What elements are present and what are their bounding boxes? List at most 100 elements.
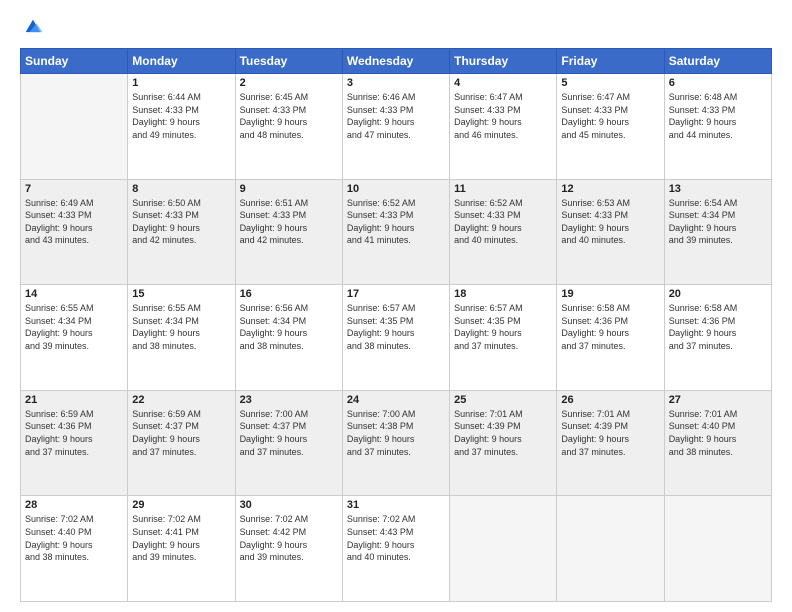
calendar-cell: 13 Sunrise: 6:54 AMSunset: 4:34 PMDayligh…	[664, 179, 771, 285]
day-number: 27	[669, 394, 767, 406]
calendar-cell: 28 Sunrise: 7:02 AMSunset: 4:40 PMDayligh…	[21, 496, 128, 602]
logo-icon	[22, 16, 44, 38]
day-info: Sunrise: 6:54 AMSunset: 4:34 PMDaylight:…	[669, 197, 767, 247]
day-info: Sunrise: 6:58 AMSunset: 4:36 PMDaylight:…	[561, 302, 659, 352]
column-header-wednesday: Wednesday	[342, 49, 449, 74]
day-number: 15	[132, 288, 230, 300]
day-info: Sunrise: 6:56 AMSunset: 4:34 PMDaylight:…	[240, 302, 338, 352]
day-info: Sunrise: 6:59 AMSunset: 4:37 PMDaylight:…	[132, 408, 230, 458]
day-info: Sunrise: 7:01 AMSunset: 4:40 PMDaylight:…	[669, 408, 767, 458]
day-info: Sunrise: 7:00 AMSunset: 4:38 PMDaylight:…	[347, 408, 445, 458]
day-number: 18	[454, 288, 552, 300]
calendar-cell	[450, 496, 557, 602]
day-info: Sunrise: 6:44 AMSunset: 4:33 PMDaylight:…	[132, 91, 230, 141]
calendar-week-row: 1Sunrise: 6:44 AMSunset: 4:33 PMDaylight…	[21, 74, 772, 180]
column-header-thursday: Thursday	[450, 49, 557, 74]
calendar-cell: 17 Sunrise: 6:57 AMSunset: 4:35 PMDayligh…	[342, 285, 449, 391]
calendar-cell: 20 Sunrise: 6:58 AMSunset: 4:36 PMDayligh…	[664, 285, 771, 391]
day-info: Sunrise: 7:01 AMSunset: 4:39 PMDaylight:…	[454, 408, 552, 458]
calendar-cell: 31Sunrise: 7:02 AMSunset: 4:43 PMDayligh…	[342, 496, 449, 602]
calendar-cell: 14 Sunrise: 6:55 AMSunset: 4:34 PMDayligh…	[21, 285, 128, 391]
day-info: Sunrise: 6:47 AMSunset: 4:33 PMDaylight:…	[454, 91, 552, 141]
calendar-week-row: 14 Sunrise: 6:55 AMSunset: 4:34 PMDayligh…	[21, 285, 772, 391]
column-header-saturday: Saturday	[664, 49, 771, 74]
day-info: Sunrise: 6:59 AMSunset: 4:36 PMDaylight:…	[25, 408, 123, 458]
calendar-week-row: 7 Sunrise: 6:49 AMSunset: 4:33 PMDaylight…	[21, 179, 772, 285]
day-number: 24	[347, 394, 445, 406]
day-info: Sunrise: 6:57 AMSunset: 4:35 PMDaylight:…	[454, 302, 552, 352]
calendar-cell: 19 Sunrise: 6:58 AMSunset: 4:36 PMDayligh…	[557, 285, 664, 391]
calendar-cell: 22 Sunrise: 6:59 AMSunset: 4:37 PMDayligh…	[128, 390, 235, 496]
column-header-friday: Friday	[557, 49, 664, 74]
calendar-cell: 12 Sunrise: 6:53 AMSunset: 4:33 PMDayligh…	[557, 179, 664, 285]
calendar-cell	[21, 74, 128, 180]
calendar-cell: 16 Sunrise: 6:56 AMSunset: 4:34 PMDayligh…	[235, 285, 342, 391]
day-number: 12	[561, 183, 659, 195]
day-info: Sunrise: 6:52 AMSunset: 4:33 PMDaylight:…	[454, 197, 552, 247]
day-number: 7	[25, 183, 123, 195]
day-number: 19	[561, 288, 659, 300]
day-info: Sunrise: 6:57 AMSunset: 4:35 PMDaylight:…	[347, 302, 445, 352]
page: SundayMondayTuesdayWednesdayThursdayFrid…	[0, 0, 792, 612]
calendar-cell: 7 Sunrise: 6:49 AMSunset: 4:33 PMDaylight…	[21, 179, 128, 285]
day-info: Sunrise: 6:48 AMSunset: 4:33 PMDaylight:…	[669, 91, 767, 141]
day-number: 14	[25, 288, 123, 300]
day-info: Sunrise: 6:47 AMSunset: 4:33 PMDaylight:…	[561, 91, 659, 141]
logo	[20, 16, 44, 38]
header	[20, 16, 772, 38]
day-number: 22	[132, 394, 230, 406]
day-number: 6	[669, 77, 767, 89]
calendar-cell	[664, 496, 771, 602]
day-number: 21	[25, 394, 123, 406]
calendar-header-row: SundayMondayTuesdayWednesdayThursdayFrid…	[21, 49, 772, 74]
day-number: 29	[132, 499, 230, 511]
calendar-cell: 27 Sunrise: 7:01 AMSunset: 4:40 PMDayligh…	[664, 390, 771, 496]
calendar-week-row: 21 Sunrise: 6:59 AMSunset: 4:36 PMDayligh…	[21, 390, 772, 496]
day-info: Sunrise: 6:45 AMSunset: 4:33 PMDaylight:…	[240, 91, 338, 141]
day-number: 5	[561, 77, 659, 89]
day-number: 9	[240, 183, 338, 195]
column-header-tuesday: Tuesday	[235, 49, 342, 74]
day-info: Sunrise: 6:46 AMSunset: 4:33 PMDaylight:…	[347, 91, 445, 141]
day-info: Sunrise: 6:55 AMSunset: 4:34 PMDaylight:…	[25, 302, 123, 352]
day-info: Sunrise: 6:49 AMSunset: 4:33 PMDaylight:…	[25, 197, 123, 247]
calendar-cell: 21 Sunrise: 6:59 AMSunset: 4:36 PMDayligh…	[21, 390, 128, 496]
day-number: 30	[240, 499, 338, 511]
day-info: Sunrise: 7:01 AMSunset: 4:39 PMDaylight:…	[561, 408, 659, 458]
calendar-cell: 30 Sunrise: 7:02 AMSunset: 4:42 PMDayligh…	[235, 496, 342, 602]
day-number: 11	[454, 183, 552, 195]
day-info: Sunrise: 6:51 AMSunset: 4:33 PMDaylight:…	[240, 197, 338, 247]
day-info: Sunrise: 7:02 AMSunset: 4:40 PMDaylight:…	[25, 513, 123, 563]
day-number: 2	[240, 77, 338, 89]
column-header-monday: Monday	[128, 49, 235, 74]
day-number: 20	[669, 288, 767, 300]
calendar-cell: 15Sunrise: 6:55 AMSunset: 4:34 PMDayligh…	[128, 285, 235, 391]
day-info: Sunrise: 7:02 AMSunset: 4:42 PMDaylight:…	[240, 513, 338, 563]
day-number: 10	[347, 183, 445, 195]
day-number: 4	[454, 77, 552, 89]
day-number: 17	[347, 288, 445, 300]
day-info: Sunrise: 7:02 AMSunset: 4:43 PMDaylight:…	[347, 513, 445, 563]
calendar-cell: 26Sunrise: 7:01 AMSunset: 4:39 PMDayligh…	[557, 390, 664, 496]
day-number: 8	[132, 183, 230, 195]
day-info: Sunrise: 6:58 AMSunset: 4:36 PMDaylight:…	[669, 302, 767, 352]
day-number: 16	[240, 288, 338, 300]
calendar-cell: 29 Sunrise: 7:02 AMSunset: 4:41 PMDayligh…	[128, 496, 235, 602]
calendar-cell: 23Sunrise: 7:00 AMSunset: 4:37 PMDayligh…	[235, 390, 342, 496]
day-number: 28	[25, 499, 123, 511]
calendar-cell: 6 Sunrise: 6:48 AMSunset: 4:33 PMDaylight…	[664, 74, 771, 180]
day-info: Sunrise: 7:00 AMSunset: 4:37 PMDaylight:…	[240, 408, 338, 458]
calendar-cell: 18 Sunrise: 6:57 AMSunset: 4:35 PMDayligh…	[450, 285, 557, 391]
day-number: 25	[454, 394, 552, 406]
day-info: Sunrise: 7:02 AMSunset: 4:41 PMDaylight:…	[132, 513, 230, 563]
calendar-cell: 10Sunrise: 6:52 AMSunset: 4:33 PMDayligh…	[342, 179, 449, 285]
day-info: Sunrise: 6:53 AMSunset: 4:33 PMDaylight:…	[561, 197, 659, 247]
calendar-cell: 9 Sunrise: 6:51 AMSunset: 4:33 PMDaylight…	[235, 179, 342, 285]
calendar-cell	[557, 496, 664, 602]
column-header-sunday: Sunday	[21, 49, 128, 74]
calendar-cell: 25 Sunrise: 7:01 AMSunset: 4:39 PMDayligh…	[450, 390, 557, 496]
calendar-cell: 3Sunrise: 6:46 AMSunset: 4:33 PMDaylight…	[342, 74, 449, 180]
calendar-cell: 11 Sunrise: 6:52 AMSunset: 4:33 PMDayligh…	[450, 179, 557, 285]
calendar-week-row: 28 Sunrise: 7:02 AMSunset: 4:40 PMDayligh…	[21, 496, 772, 602]
day-number: 13	[669, 183, 767, 195]
